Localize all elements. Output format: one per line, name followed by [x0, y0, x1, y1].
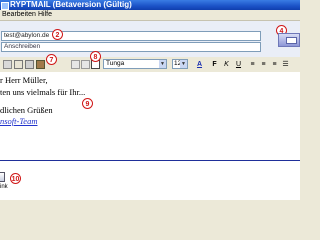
callout-marker-7: 7 — [46, 54, 57, 65]
underline-button[interactable]: U — [234, 60, 243, 69]
callout-marker-10: 10 — [10, 173, 21, 184]
attach-icon[interactable] — [36, 60, 45, 69]
align-right-icon[interactable]: ≡ — [270, 60, 279, 69]
subject-field[interactable]: Anschreiben — [1, 42, 261, 52]
align-center-icon[interactable]: ≡ — [259, 60, 268, 69]
body-greeting: r Herr Müller, — [0, 75, 48, 85]
envelope-icon — [286, 37, 297, 44]
save-icon[interactable] — [25, 60, 34, 69]
send-button[interactable] — [278, 33, 300, 47]
font-size-select[interactable]: 12 ▼ — [172, 59, 188, 69]
text-color-button[interactable]: A — [195, 60, 204, 69]
menu-edit[interactable]: Bearbeiten — [2, 10, 36, 20]
attachment-label[interactable]: ink — [0, 184, 8, 190]
callout-marker-8: 8 — [90, 51, 101, 62]
message-editor[interactable]: r Herr Müller, ten uns vielmals für Ihr.… — [0, 72, 300, 162]
title-bar: RYPTMAIL (Betaversion (Gültig) — [0, 0, 300, 10]
cut-icon[interactable] — [3, 60, 12, 69]
callout-marker-2: 2 — [52, 29, 63, 40]
font-value: Tunga — [106, 60, 125, 67]
format-toolbar: Tunga ▼ 12 ▼ A F K U ≡ ≡ ≡ ☰ — [0, 57, 300, 73]
align-left-icon[interactable]: ≡ — [248, 60, 257, 69]
body-closing: dlichen Grüßen — [0, 105, 53, 115]
menu-bar: Bearbeiten Hilfe — [0, 10, 300, 21]
font-select[interactable]: Tunga ▼ — [103, 59, 167, 69]
app-icon[interactable] — [1, 2, 9, 10]
italic-button[interactable]: K — [222, 60, 231, 69]
recipient-field[interactable]: test@abylon.de — [1, 31, 261, 41]
print-icon[interactable] — [14, 60, 23, 69]
window-title: RYPTMAIL (Betaversion (Gültig) — [10, 0, 132, 9]
header-panel: test@abylon.de Anschreiben — [0, 21, 300, 58]
body-signature: nsoft-Team — [0, 116, 38, 126]
callout-marker-9: 9 — [82, 98, 93, 109]
attachment-area — [0, 161, 300, 200]
chevron-down-icon: ▼ — [180, 60, 187, 68]
copy-icon[interactable] — [71, 60, 80, 69]
attachment-file-icon[interactable] — [0, 172, 5, 182]
list-icon[interactable]: ☰ — [281, 60, 290, 69]
menu-help[interactable]: Hilfe — [38, 10, 52, 20]
paste-icon[interactable] — [81, 60, 90, 69]
body-text: ten uns vielmals für Ihr... — [0, 87, 86, 97]
chevron-down-icon: ▼ — [159, 60, 166, 68]
bold-button[interactable]: F — [210, 60, 219, 69]
